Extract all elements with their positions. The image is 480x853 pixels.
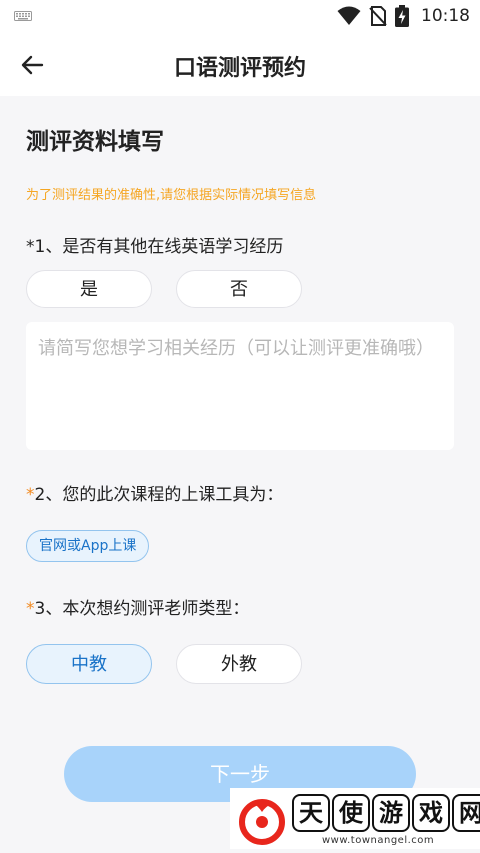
- status-icons: 10:18: [337, 4, 470, 28]
- required-star: *: [26, 599, 35, 619]
- required-star: *: [26, 485, 35, 505]
- wifi-icon: [337, 6, 361, 25]
- watermark-char: 网: [452, 794, 480, 832]
- watermark-char: 使: [332, 794, 370, 832]
- watermark-logo: [239, 799, 285, 845]
- question-1-label: *1、是否有其他在线英语学习经历: [26, 237, 284, 257]
- battery-charging-icon: [395, 5, 409, 27]
- experience-textarea[interactable]: [26, 322, 454, 450]
- question-3-label: *3、本次想约测评老师类型：: [26, 599, 250, 619]
- option-yes-button[interactable]: 是: [26, 270, 152, 308]
- no-sim-icon: [369, 6, 387, 26]
- form-hint: 为了测评结果的准确性,请您根据实际情况填写信息: [26, 188, 317, 203]
- teacher-chinese-button[interactable]: 中教: [26, 644, 152, 684]
- teacher-foreign-button[interactable]: 外教: [176, 644, 302, 684]
- section-title: 测评资料填写: [26, 129, 164, 155]
- watermark-url: www.townangel.com: [322, 835, 435, 846]
- tool-option-chip[interactable]: 官网或App上课: [26, 530, 150, 562]
- required-star: *: [26, 237, 35, 257]
- option-no-button[interactable]: 否: [176, 270, 302, 308]
- status-bar: 10:18: [0, 0, 480, 32]
- watermark-chars: 天 使 游 戏 网: [292, 794, 480, 832]
- watermark-char: 戏: [412, 794, 450, 832]
- watermark: 天 使 游 戏 网 www.townangel.com: [230, 788, 480, 849]
- form-content: 测评资料填写 为了测评结果的准确性,请您根据实际情况填写信息 *1、是否有其他在…: [0, 96, 480, 853]
- status-time: 10:18: [421, 6, 470, 26]
- app-bar: 口语测评预约: [0, 32, 480, 96]
- watermark-char: 天: [292, 794, 330, 832]
- question-2-label: *2、您的此次课程的上课工具为：: [26, 485, 284, 505]
- watermark-char: 游: [372, 794, 410, 832]
- page-title: 口语测评预约: [173, 56, 306, 81]
- keyboard-icon: [14, 11, 32, 21]
